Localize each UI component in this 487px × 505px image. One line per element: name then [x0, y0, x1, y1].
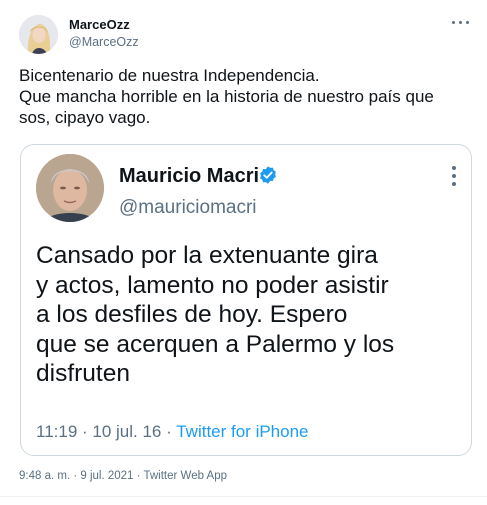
quoted-author-avatar[interactable]	[36, 154, 104, 222]
quoted-tweet-meta: 11:19 · 10 jul. 16 · Twitter for iPhone	[36, 422, 309, 442]
more-horizontal-icon	[452, 21, 455, 24]
quoted-tweet-card[interactable]: Mauricio Macri @mauriciomacri Cansado po…	[20, 144, 472, 456]
author-handle[interactable]: @MarceOzz	[69, 35, 139, 49]
tweet-source[interactable]: Twitter Web App	[143, 470, 227, 482]
more-vertical-icon	[452, 166, 456, 170]
tweet-meta: 9:48 a. m. · 9 jul. 2021 · Twitter Web A…	[19, 470, 227, 482]
quoted-text-line: que se acerquen a Palermo y los	[36, 330, 395, 358]
quoted-text-line: Cansado por la extenuante gira	[36, 242, 378, 269]
tweet-text: Bicentenario de nuestra Independencia. Q…	[19, 65, 474, 128]
quoted-timestamp[interactable]: 11:19 · 10 jul. 16	[36, 422, 161, 441]
meta-separator: ·	[136, 470, 141, 482]
quoted-text-line: a los desfiles de hoy. Espero	[36, 301, 348, 328]
author-avatar[interactable]	[19, 15, 58, 54]
bottom-divider	[0, 496, 487, 497]
quoted-text-line: disfruten	[36, 360, 130, 387]
tweet-text-line: sos, cipayo vago.	[19, 108, 151, 127]
quoted-source-link[interactable]: Twitter for iPhone	[176, 422, 308, 441]
more-options-button[interactable]	[449, 14, 473, 32]
tweet-text-line: Que mancha horrible en la historia de nu…	[19, 87, 434, 106]
quoted-text-line: y actos, lamento no poder asistir	[36, 271, 389, 299]
tweet: MarceOzz @MarceOzz Bicentenario de nuest…	[0, 0, 487, 505]
quoted-author-handle[interactable]: @mauriciomacri	[119, 197, 257, 219]
quoted-more-options-button[interactable]	[451, 165, 457, 187]
meta-separator: ·	[166, 422, 172, 441]
tweet-timestamp[interactable]: 9:48 a. m. · 9 jul. 2021	[19, 470, 133, 482]
quoted-tweet-text: Cansado por la extenuante gira y actos, …	[36, 241, 461, 389]
tweet-text-line: Bicentenario de nuestra Independencia.	[19, 66, 320, 85]
author-name[interactable]: MarceOzz	[69, 17, 130, 32]
verified-badge-icon	[260, 166, 276, 184]
quoted-author-name[interactable]: Mauricio Macri	[119, 165, 259, 188]
